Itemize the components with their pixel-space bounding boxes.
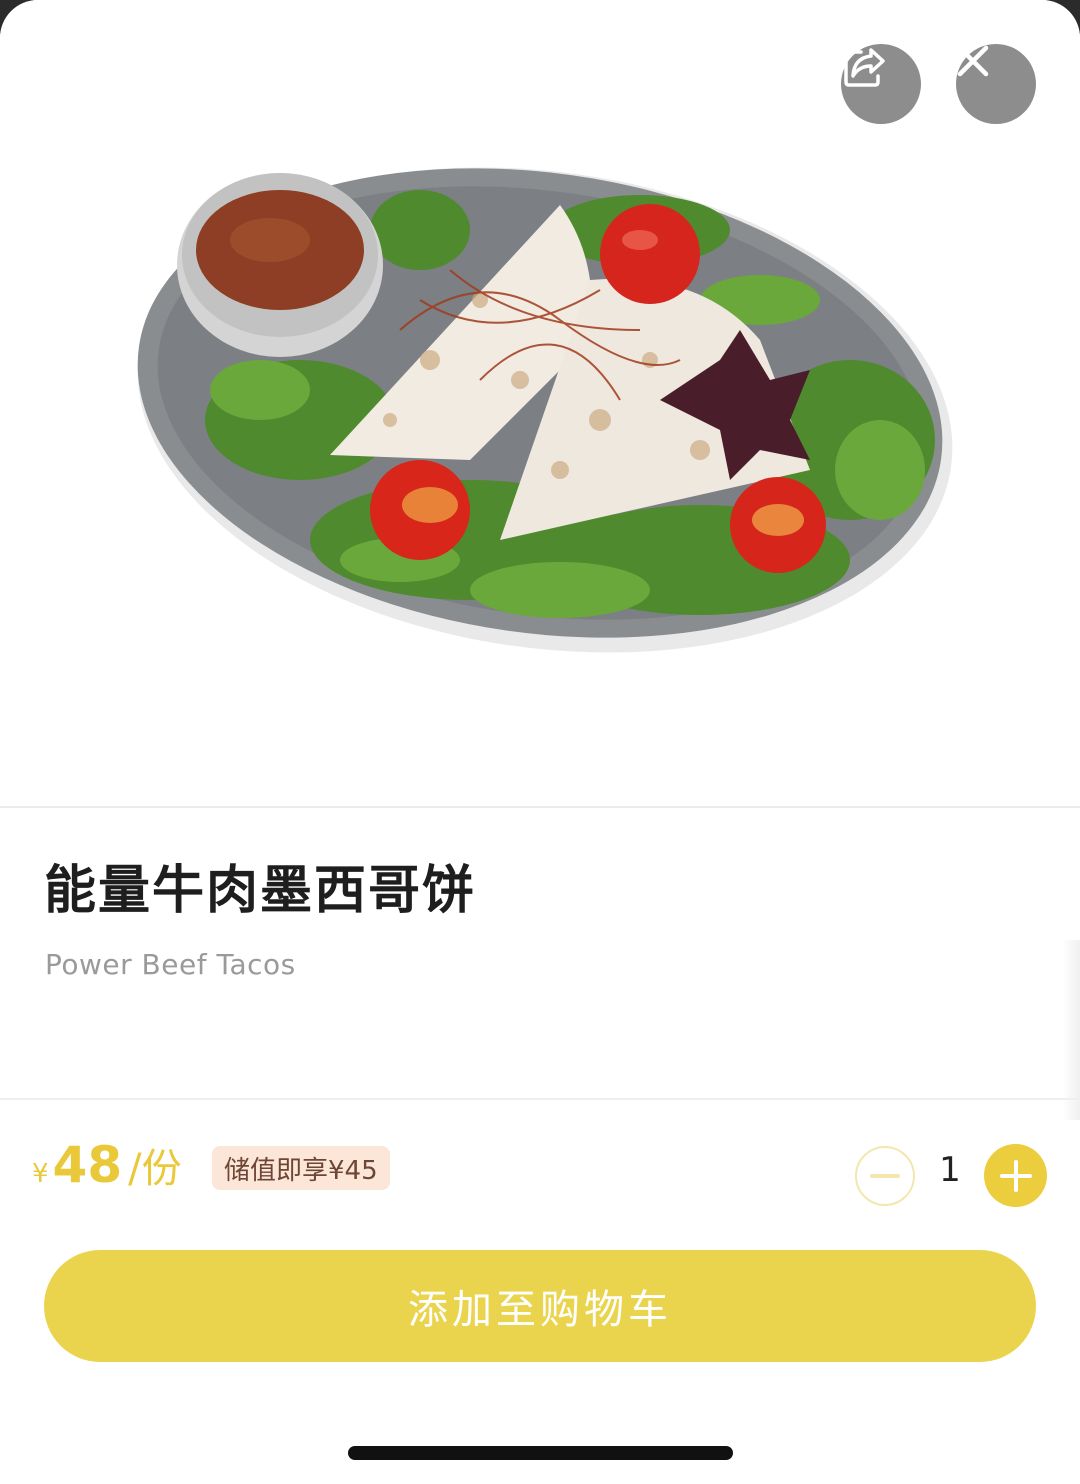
divider <box>0 806 1080 808</box>
plus-icon <box>999 1159 1032 1192</box>
price-unit: /份 <box>128 1146 182 1192</box>
add-to-cart-button[interactable]: 添加至购物车 <box>44 1250 1036 1362</box>
currency-symbol: ¥ <box>32 1159 49 1189</box>
close-icon <box>957 45 989 77</box>
member-price-badge: 储值即享¥45 <box>212 1146 390 1190</box>
price-amount: 48 <box>52 1136 123 1194</box>
share-button[interactable] <box>841 44 921 124</box>
minus-icon <box>870 1174 900 1178</box>
share-icon <box>844 48 885 87</box>
home-indicator <box>348 1446 733 1460</box>
quantity-value: 1 <box>939 1150 961 1190</box>
price: ¥ 48 /份 <box>32 1136 182 1200</box>
divider <box>0 1098 1080 1100</box>
product-english-name: Power Beef Tacos <box>45 948 296 981</box>
increase-quantity-button[interactable] <box>984 1144 1047 1207</box>
product-name: 能量牛肉墨西哥饼 <box>44 861 477 921</box>
close-button[interactable] <box>956 44 1036 124</box>
decrease-quantity-button[interactable] <box>855 1146 915 1206</box>
product-image <box>0 0 1080 806</box>
product-detail-sheet: 能量牛肉墨西哥饼 Power Beef Tacos ¥ 48 /份 储值即享¥4… <box>0 0 1080 1484</box>
edge-shadow <box>1062 940 1080 1120</box>
quesadilla-plate-photo <box>137 167 953 653</box>
